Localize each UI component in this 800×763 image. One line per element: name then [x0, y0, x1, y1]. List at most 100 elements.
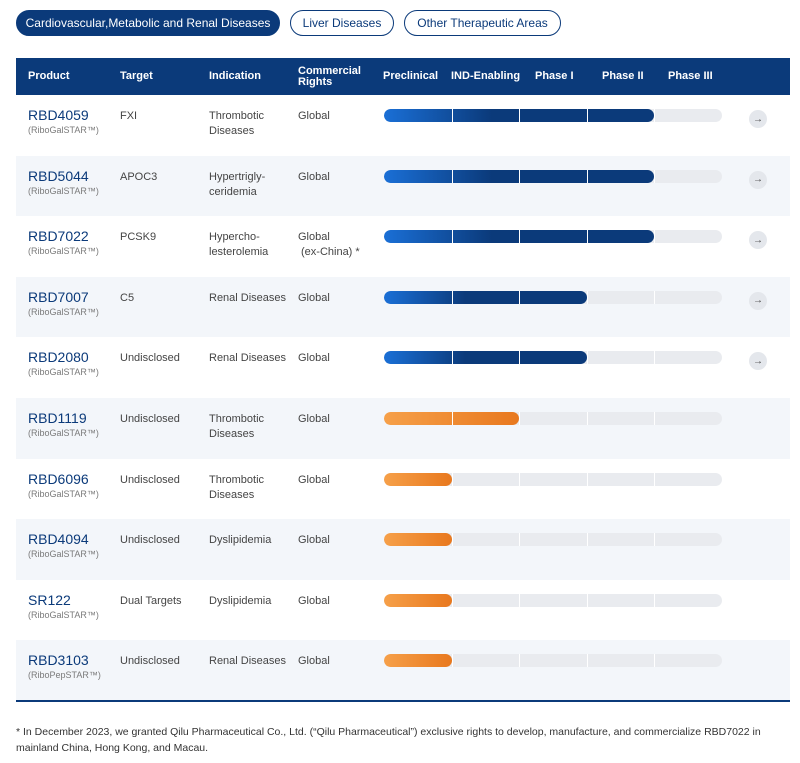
product-name[interactable]: RBD5044: [28, 168, 99, 184]
table-header: Product Target Indication Commercial Rig…: [16, 58, 790, 95]
phase-divider: [654, 230, 656, 244]
header-product: Product: [28, 70, 70, 82]
progress-track: [384, 290, 722, 304]
product-name[interactable]: RBD2080: [28, 349, 99, 365]
phase-divider: [519, 230, 521, 244]
target-cell: Undisclosed: [120, 412, 180, 425]
indication-cell: Renal Diseases: [209, 654, 289, 669]
phase-divider: [451, 169, 453, 183]
header-commercial-rights: Commercial Rights: [298, 58, 361, 95]
rights-line1: Global: [298, 291, 330, 304]
phase-divider: [654, 472, 656, 486]
indication-line2: Diseases: [209, 427, 255, 440]
phase-divider: [519, 290, 521, 304]
phase-divider: [654, 351, 656, 365]
product-cell: RBD4059 (RiboGalSTAR™): [28, 107, 99, 135]
header-commercial-rights-line1: Commercial: [298, 64, 361, 77]
table-row: RBD6096 (RiboGalSTAR™) Undisclosed Thrombot…: [16, 459, 790, 520]
phase-divider: [586, 351, 588, 365]
table-row: RBD5044 (RiboGalSTAR™) APOC3 Hypertrigly-ce…: [16, 155, 790, 217]
table-row: RBD4059 (RiboGalSTAR™) FXI Thrombotic Diseas…: [16, 95, 790, 156]
product-cell: SR122 (RiboGalSTAR™): [28, 592, 99, 620]
indication-cell: Thrombotic Diseases: [209, 109, 289, 139]
phase-divider: [519, 472, 521, 486]
commercial-rights-cell: Global (ex-China) *: [298, 230, 378, 260]
tab-other-therapeutic-areas[interactable]: Other Therapeutic Areas: [404, 10, 561, 36]
indication-cell: Hypercho-lesterolemia: [209, 230, 289, 260]
target-cell: C5: [120, 291, 135, 304]
commercial-rights-cell: Global: [298, 351, 378, 366]
table-row: RBD7007 (RiboGalSTAR™) C5 Renal Diseases Glo…: [16, 276, 790, 338]
phase-divider: [586, 654, 588, 668]
phase-divider: [586, 290, 588, 304]
tab-cardiovascular-metabolic-renal[interactable]: Cardiovascular,Metabolic and Renal Disea…: [16, 10, 280, 36]
phase-divider: [654, 533, 656, 547]
indication-line2: Diseases: [209, 488, 255, 501]
product-name[interactable]: RBD3103: [28, 652, 101, 668]
product-name[interactable]: SR122: [28, 592, 99, 608]
product-platform: (RiboGalSTAR™): [28, 125, 99, 135]
indication-line1: Renal Diseases: [209, 655, 287, 668]
product-name[interactable]: RBD6096: [28, 471, 99, 487]
arrow-right-icon[interactable]: →: [749, 110, 767, 128]
progress-track: [384, 654, 722, 668]
product-name[interactable]: RBD4094: [28, 531, 99, 547]
product-cell: RBD7007 (RiboGalSTAR™): [28, 289, 99, 317]
product-name[interactable]: RBD4059: [28, 107, 99, 123]
header-target: Target: [120, 70, 153, 82]
product-cell: RBD7022 (RiboGalSTAR™): [28, 228, 99, 256]
phase-divider: [451, 472, 453, 486]
table-row: RBD3103 (RiboPepSTAR™) Undisclosed Renal Di…: [16, 640, 790, 701]
phase-divider: [519, 411, 521, 425]
indication-cell: Hypertrigly-ceridemia: [209, 170, 289, 200]
indication-cell: Renal Diseases: [209, 351, 289, 366]
commercial-rights-cell: Global: [298, 170, 378, 185]
footnote: * In December 2023, we granted Qilu Phar…: [16, 726, 761, 754]
phase-divider: [654, 169, 656, 183]
rights-line1: Global: [298, 110, 330, 122]
table-body: RBD4059 (RiboGalSTAR™) FXI Thrombotic Diseas…: [16, 95, 790, 701]
product-platform: (RiboGalSTAR™): [28, 246, 99, 257]
progress-fill: [384, 593, 452, 607]
indication-line1: Renal Diseases: [209, 352, 287, 365]
indication-line1: Hypercho-: [209, 231, 260, 244]
header-preclinical: Preclinical: [383, 70, 439, 82]
indication-line1: Thrombotic: [209, 110, 265, 122]
indication-line2: ceridemia: [209, 185, 257, 198]
arrow-right-icon[interactable]: →: [749, 170, 767, 189]
product-platform: (RiboGalSTAR™): [28, 488, 99, 499]
phase-divider: [451, 351, 453, 365]
progress-track: [384, 351, 722, 365]
tab-liver-diseases[interactable]: Liver Diseases: [290, 10, 394, 36]
progress-track: [384, 472, 722, 486]
target-cell: APOC3: [120, 170, 158, 183]
arrow-right-icon[interactable]: →: [749, 352, 767, 371]
phase-divider: [519, 109, 521, 122]
product-cell: RBD1119 (RiboGalSTAR™): [28, 410, 99, 438]
phase-divider: [519, 593, 521, 607]
table-row: SR122 (RiboGalSTAR™) Dual Targets Dyslipide…: [16, 580, 790, 641]
table-row: RBD4094 (RiboGalSTAR™) Undisclosed Dyslipid…: [16, 519, 790, 580]
progress-track: [384, 411, 722, 425]
indication-cell: Dyslipidemia: [209, 594, 289, 609]
arrow-right-icon[interactable]: →: [749, 291, 767, 310]
indication-cell: Dyslipidemia: [209, 533, 289, 548]
header-commercial-rights-line2: Rights: [298, 75, 333, 88]
phase-divider: [519, 654, 521, 668]
product-name[interactable]: RBD1119: [28, 410, 99, 426]
product-name[interactable]: RBD7007: [28, 289, 99, 305]
progress-track: [384, 109, 722, 122]
phase-divider: [451, 593, 453, 607]
rights-line1: Global: [298, 412, 330, 425]
progress-fill: [384, 472, 452, 486]
progress-fill: [384, 351, 587, 365]
progress-fill: [384, 290, 587, 304]
arrow-right-icon[interactable]: →: [749, 231, 767, 250]
phase-divider: [654, 109, 656, 122]
rights-line1: Global: [298, 534, 330, 547]
phase-divider: [654, 411, 656, 425]
phase-divider: [519, 351, 521, 365]
phase-divider: [519, 169, 521, 183]
phase-divider: [586, 593, 588, 607]
product-name[interactable]: RBD7022: [28, 228, 99, 244]
